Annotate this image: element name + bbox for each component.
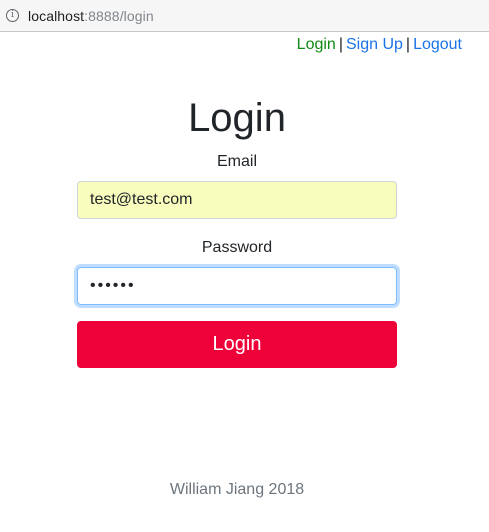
nav-logout-link[interactable]: Logout [413,36,462,53]
email-label: Email [216,153,257,170]
url-host: localhost [28,7,85,24]
page-title: Login [188,96,286,140]
nav-login-link[interactable]: Login [297,36,336,53]
nav-separator: | [405,36,411,53]
top-nav: Login | Sign Up | Logout [297,36,462,54]
password-input[interactable] [77,267,397,305]
nav-signup-link[interactable]: Sign Up [346,36,403,53]
url-path: :8888/login [84,7,154,24]
login-button[interactable]: Login [77,321,397,368]
info-icon[interactable]: i [6,9,19,22]
password-label: Password [201,239,273,256]
footer-text: William Jiang 2018 [169,481,305,498]
email-input[interactable] [77,181,397,219]
url-text[interactable]: localhost:8888/login [28,8,154,24]
browser-address-bar[interactable]: i localhost:8888/login [0,0,489,32]
nav-separator: | [338,36,343,53]
